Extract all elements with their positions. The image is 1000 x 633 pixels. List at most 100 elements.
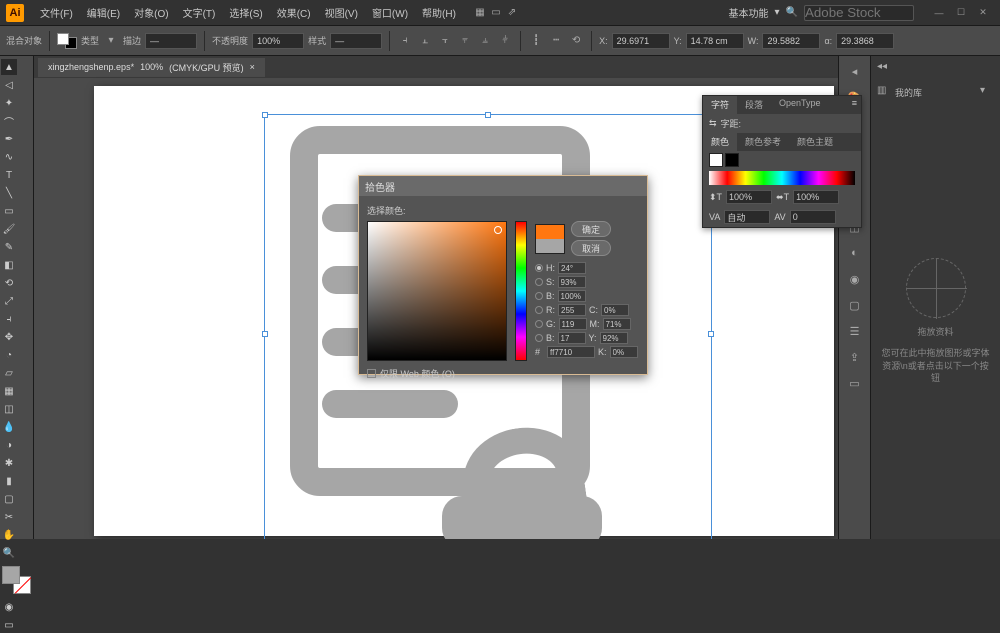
graphic-styles-panel-icon[interactable]: ▢: [844, 294, 866, 316]
hue-slider[interactable]: [515, 221, 527, 361]
search-input[interactable]: [804, 5, 914, 21]
type-tool[interactable]: T: [1, 167, 17, 183]
maximize-button[interactable]: ☐: [950, 6, 972, 20]
column-graph-tool[interactable]: ▮: [1, 473, 17, 489]
align-bottom-icon[interactable]: ⫩: [497, 33, 513, 49]
blend-tool[interactable]: ◑: [1, 437, 17, 453]
rectangle-tool[interactable]: ▭: [1, 203, 17, 219]
fill-stroke-swatch[interactable]: [57, 33, 77, 49]
document-tab[interactable]: xingzhengshenp.eps* 100% (CMYK/GPU 预览) ×: [38, 58, 265, 77]
selection-handle[interactable]: [485, 112, 491, 118]
align-center-h-icon[interactable]: ⫠: [417, 33, 433, 49]
g-radio[interactable]: [535, 320, 543, 328]
vscale-input[interactable]: [793, 190, 839, 204]
asset-export-panel-icon[interactable]: ⇪: [844, 346, 866, 368]
rotate-tool[interactable]: ⟲: [1, 275, 17, 291]
close-tab-icon[interactable]: ×: [250, 62, 255, 72]
swatch-black[interactable]: [725, 153, 739, 167]
tab-color[interactable]: 颜色: [703, 133, 737, 151]
selection-handle[interactable]: [708, 331, 714, 337]
h-input[interactable]: [558, 262, 586, 274]
sat-radio[interactable]: [535, 278, 543, 286]
tracking-input[interactable]: [724, 210, 770, 224]
chevron-down-icon[interactable]: ▾: [103, 33, 119, 49]
y-input[interactable]: [600, 332, 628, 344]
bridge-icon[interactable]: ▦: [472, 5, 488, 21]
angle-input[interactable]: 29.3868: [836, 33, 894, 49]
selection-handle[interactable]: [262, 112, 268, 118]
lasso-tool[interactable]: ⌒: [1, 113, 17, 129]
stroke-weight-dropdown[interactable]: —: [145, 33, 197, 49]
distribute-h-icon[interactable]: ┇: [528, 33, 544, 49]
tab-color-guide[interactable]: 颜色参考: [737, 133, 789, 151]
bv-radio[interactable]: [535, 334, 543, 342]
close-button[interactable]: ✕: [972, 6, 994, 20]
mesh-tool[interactable]: ▦: [1, 383, 17, 399]
x-input[interactable]: 29.6971: [612, 33, 670, 49]
minimize-button[interactable]: —: [928, 6, 950, 20]
selection-tool[interactable]: ▲: [1, 59, 17, 75]
eraser-tool[interactable]: ◧: [1, 257, 17, 273]
transform-icon[interactable]: ⟲: [568, 33, 584, 49]
panel-menu-icon[interactable]: ≡: [848, 96, 861, 114]
web-only-checkbox[interactable]: [367, 369, 376, 378]
publish-icon[interactable]: ⇗: [504, 5, 520, 21]
workspace-switcher[interactable]: 基本功能: [729, 5, 769, 20]
swatch-white[interactable]: [709, 153, 723, 167]
menu-file[interactable]: 文件(F): [34, 2, 79, 23]
perspective-tool[interactable]: ▱: [1, 365, 17, 381]
c-input[interactable]: [601, 304, 629, 316]
symbol-sprayer-tool[interactable]: ✱: [1, 455, 17, 471]
arrange-icon[interactable]: ▭: [488, 5, 504, 21]
color-mode-normal[interactable]: ◉: [1, 599, 17, 615]
color-spectrum[interactable]: [709, 171, 855, 185]
menu-type[interactable]: 文字(T): [177, 2, 222, 23]
transparency-panel-icon[interactable]: ◐: [844, 242, 866, 264]
menu-select[interactable]: 选择(S): [223, 2, 268, 23]
w-input[interactable]: 29.5882: [762, 33, 820, 49]
pen-tool[interactable]: ✒: [1, 131, 17, 147]
r-radio[interactable]: [535, 306, 543, 314]
hand-tool[interactable]: ✋: [1, 527, 17, 543]
layers-panel-icon[interactable]: ☰: [844, 320, 866, 342]
m-input[interactable]: [603, 318, 631, 330]
color-field-cursor[interactable]: [494, 226, 502, 234]
tab-color-theme[interactable]: 颜色主题: [789, 133, 841, 151]
curvature-tool[interactable]: ∿: [1, 149, 17, 165]
drop-target-icon[interactable]: [906, 258, 966, 318]
tab-paragraph[interactable]: 段落: [737, 96, 771, 114]
direct-selection-tool[interactable]: ◁: [1, 77, 17, 93]
selection-handle[interactable]: [262, 331, 268, 337]
ok-button[interactable]: 确定: [571, 221, 611, 237]
bv-input[interactable]: [558, 332, 586, 344]
r-input[interactable]: [558, 304, 586, 316]
artboards-panel-icon[interactable]: ▭: [844, 372, 866, 394]
hscale-input[interactable]: [726, 190, 772, 204]
menu-object[interactable]: 对象(O): [128, 2, 174, 23]
panel-toggle-icon[interactable]: ◂: [844, 60, 866, 82]
menu-effect[interactable]: 效果(C): [271, 2, 317, 23]
style-dropdown[interactable]: —: [330, 33, 382, 49]
tab-character[interactable]: 字符: [703, 96, 737, 114]
width-tool[interactable]: ⫞: [1, 311, 17, 327]
character-panel[interactable]: 字符 段落 OpenType ≡ ⇆ 字距: 颜色 颜色参考 颜色主题 ⬍T ⬌…: [702, 95, 862, 228]
eyedropper-tool[interactable]: 💧: [1, 419, 17, 435]
zoom-tool[interactable]: 🔍: [1, 545, 17, 561]
shape-builder-tool[interactable]: ◔: [1, 347, 17, 363]
color-picker-dialog[interactable]: 拾色器 选择颜色: 确定 取消 H: S:: [358, 175, 648, 375]
magic-wand-tool[interactable]: ✦: [1, 95, 17, 111]
g-input[interactable]: [559, 318, 587, 330]
menu-edit[interactable]: 编辑(E): [81, 2, 126, 23]
free-transform-tool[interactable]: ✥: [1, 329, 17, 345]
slice-tool[interactable]: ✂: [1, 509, 17, 525]
line-tool[interactable]: ╲: [1, 185, 17, 201]
kerning-input[interactable]: [790, 210, 836, 224]
artboard-tool[interactable]: ▢: [1, 491, 17, 507]
paintbrush-tool[interactable]: 🖌: [1, 221, 17, 237]
hue-radio[interactable]: [535, 264, 543, 272]
k-input[interactable]: [610, 346, 638, 358]
chevron-down-icon[interactable]: ▾: [980, 85, 994, 99]
dialog-title[interactable]: 拾色器: [359, 176, 647, 196]
panel-collapse-icon[interactable]: ◂◂: [877, 61, 891, 75]
screen-mode-toggle[interactable]: ▭: [1, 617, 17, 633]
